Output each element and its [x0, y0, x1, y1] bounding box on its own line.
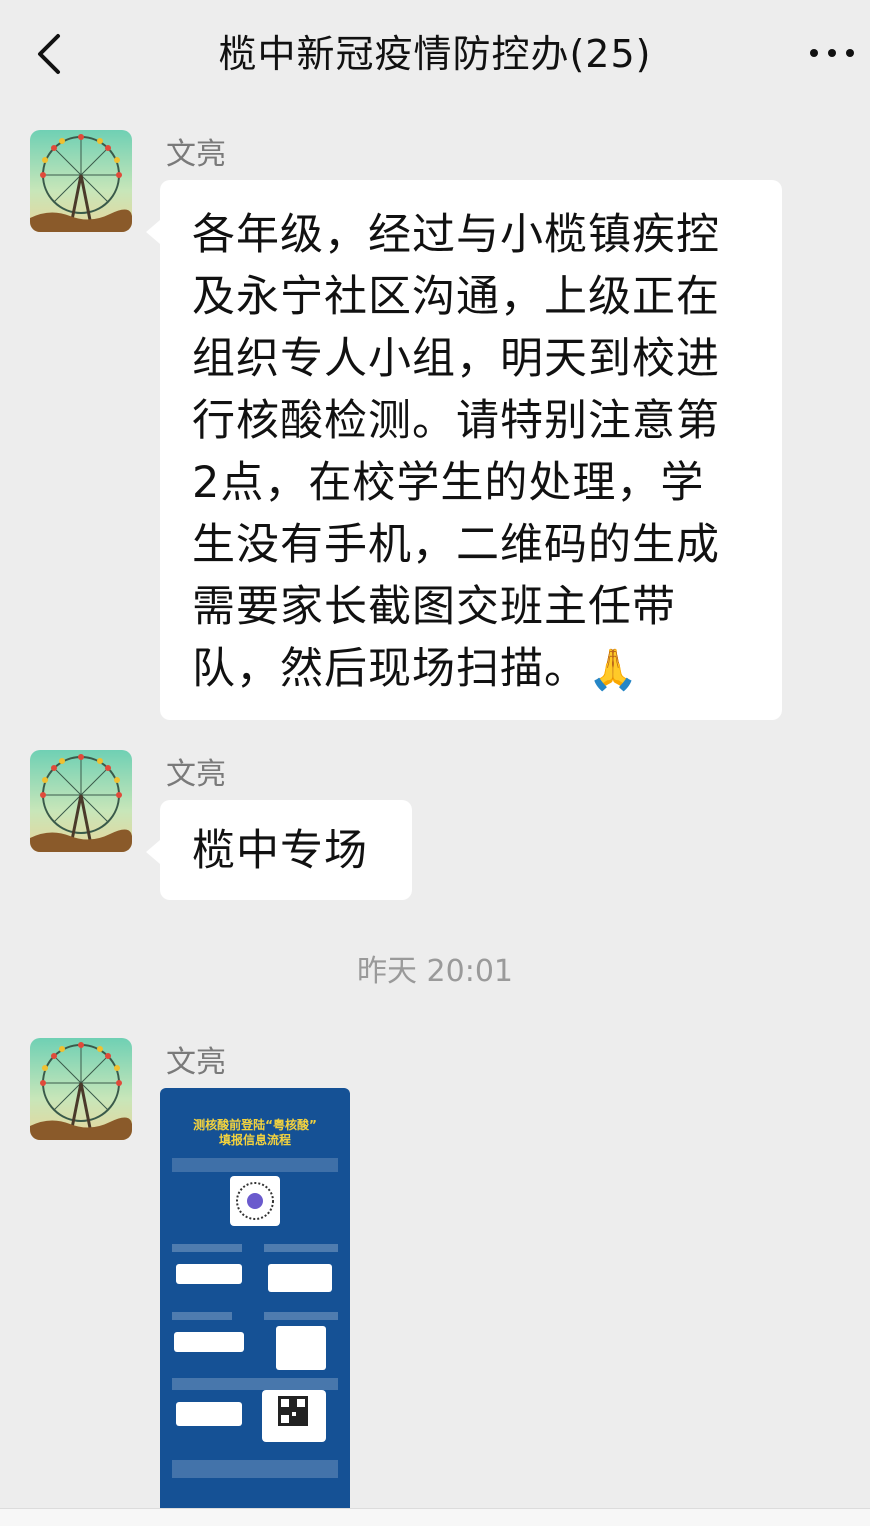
poster-text-block — [172, 1460, 338, 1478]
sender-name: 文亮 — [166, 1045, 226, 1080]
chevron-left-icon[interactable] — [30, 28, 70, 80]
poster-text-block — [264, 1244, 338, 1252]
poster-text-block — [172, 1312, 232, 1320]
poster-qr-code — [230, 1176, 280, 1226]
sender-name: 文亮 — [166, 137, 226, 172]
poster-screenshot — [276, 1326, 326, 1370]
poster-screenshot — [174, 1332, 244, 1352]
more-dots-icon[interactable] — [804, 38, 860, 68]
poster-text-block — [172, 1244, 242, 1252]
poster-screenshot — [176, 1264, 242, 1284]
poster-text-block — [172, 1378, 338, 1390]
image-message-poster[interactable]: 测核酸前登陆“粤核酸” 填报信息流程 — [160, 1088, 350, 1526]
poster-title: 测核酸前登陆“粤核酸” 填报信息流程 — [193, 1118, 317, 1147]
chat-header: 榄中新冠疫情防控办(25) — [0, 0, 870, 108]
sender-name: 文亮 — [166, 757, 226, 792]
message-text: 各年级，经过与小榄镇疾控 及永宁社区沟通，上级正在 组织专人小组，明天到校进 行… — [192, 210, 720, 694]
message-text: 榄中专场 — [192, 826, 368, 876]
poster-qr-code — [262, 1390, 326, 1442]
poster-text-block — [172, 1158, 338, 1172]
avatar[interactable] — [30, 1038, 132, 1140]
message-bubble[interactable]: 各年级，经过与小榄镇疾控 及永宁社区沟通，上级正在 组织专人小组，明天到校进 行… — [146, 180, 782, 720]
avatar[interactable] — [30, 750, 132, 852]
input-bar — [0, 1508, 870, 1526]
avatar[interactable] — [30, 130, 132, 232]
chat-title: 榄中新冠疫情防控办(25) — [218, 32, 652, 76]
timestamp: 昨天 20:01 — [357, 954, 513, 989]
message-bubble[interactable]: 榄中专场 — [146, 800, 412, 900]
pray-emoji-icon: 🙏 — [588, 647, 638, 693]
chat-screen: 榄中新冠疫情防控办(25) 文亮 各年级，经过与小榄镇疾控 及永宁社区沟通，上级… — [0, 0, 870, 1526]
poster-screenshot — [268, 1264, 332, 1292]
poster-screenshot — [176, 1402, 242, 1426]
poster-text-block — [264, 1312, 338, 1320]
